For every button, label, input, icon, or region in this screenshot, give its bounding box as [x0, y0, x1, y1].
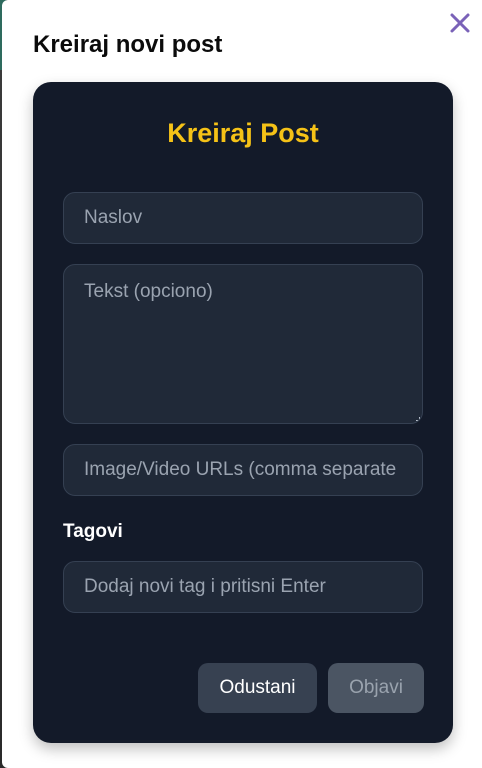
cancel-button[interactable]: Odustani	[198, 663, 317, 713]
resize-handle-icon[interactable]	[416, 417, 420, 421]
title-placeholder: Naslov	[84, 207, 143, 228]
create-post-modal: Kreiraj novi post Kreiraj Post Naslov Te…	[2, 0, 482, 768]
post-form-card: Kreiraj Post Naslov Tekst (opciono) Imag…	[33, 82, 453, 743]
publish-button[interactable]: Objavi	[328, 663, 424, 713]
modal-title: Kreiraj novi post	[33, 31, 223, 58]
text-placeholder: Tekst (opciono)	[84, 281, 213, 302]
tags-label: Tagovi	[63, 521, 123, 542]
title-input[interactable]: Naslov	[63, 192, 423, 244]
tag-placeholder: Dodaj novi tag i pritisni Enter	[84, 576, 326, 597]
close-button[interactable]	[446, 9, 474, 37]
media-urls-input[interactable]: Image/Video URLs (comma separate	[63, 444, 423, 496]
text-textarea[interactable]: Tekst (opciono)	[63, 264, 423, 424]
close-icon	[450, 13, 470, 33]
media-urls-placeholder: Image/Video URLs (comma separate	[84, 459, 397, 480]
tag-input[interactable]: Dodaj novi tag i pritisni Enter	[63, 561, 423, 613]
form-heading: Kreiraj Post	[167, 118, 319, 148]
